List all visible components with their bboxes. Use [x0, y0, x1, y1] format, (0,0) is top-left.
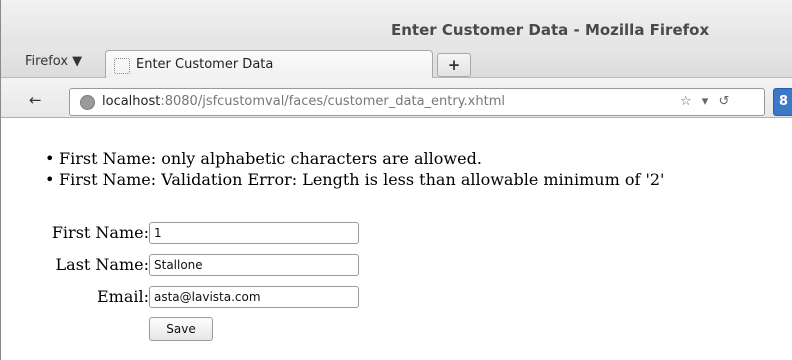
new-tab-button[interactable]: + [437, 53, 471, 77]
last-name-input[interactable] [149, 254, 359, 276]
url-path: :8080/jsfcustomval/faces/customer_data_e… [160, 94, 505, 109]
url-text[interactable]: localhost:8080/jsfcustomval/faces/custom… [102, 94, 505, 109]
url-bar[interactable]: localhost:8080/jsfcustomval/faces/custom… [69, 88, 765, 116]
window-title: Enter Customer Data - Mozilla Firefox [391, 21, 710, 39]
search-engine-icon[interactable]: 8 [773, 88, 792, 116]
error-message: First Name: Validation Error: Length is … [45, 169, 664, 190]
reload-icon[interactable]: ↺ [718, 94, 729, 109]
last-name-label: Last Name: [55, 255, 149, 274]
tab-enter-customer-data[interactable]: Enter Customer Data [105, 50, 433, 80]
first-name-label-box: First Name: [1, 222, 149, 246]
page-favicon-icon [114, 58, 130, 74]
save-button[interactable]: Save [149, 317, 213, 341]
tab-label: Enter Customer Data [136, 57, 274, 72]
first-name-label: First Name: [51, 223, 149, 242]
validation-error-list: First Name: only alphabetic characters a… [45, 148, 664, 190]
error-message: First Name: only alphabetic characters a… [45, 148, 664, 169]
url-host: localhost [102, 94, 161, 109]
email-input[interactable] [149, 286, 359, 308]
history-dropdown-icon[interactable]: ▾ [702, 94, 709, 109]
last-name-label-box: Last Name: [1, 254, 149, 278]
first-name-input[interactable] [149, 222, 359, 244]
firefox-menu-button[interactable]: Firefox ▼ [25, 54, 82, 69]
site-identity-globe-icon[interactable] [80, 95, 95, 110]
url-bar-actions: ☆ ▾ ↺ [680, 94, 735, 109]
email-label-box: Email: [1, 286, 149, 310]
bookmark-star-icon[interactable]: ☆ [680, 94, 692, 109]
title-bar: Enter Customer Data - Mozilla Firefox [1, 0, 792, 46]
page-content: First Name: only alphabetic characters a… [1, 118, 792, 360]
browser-window: Enter Customer Data - Mozilla Firefox Fi… [0, 0, 792, 360]
email-label: Email: [96, 287, 149, 306]
back-arrow-icon[interactable]: ← [29, 91, 42, 109]
